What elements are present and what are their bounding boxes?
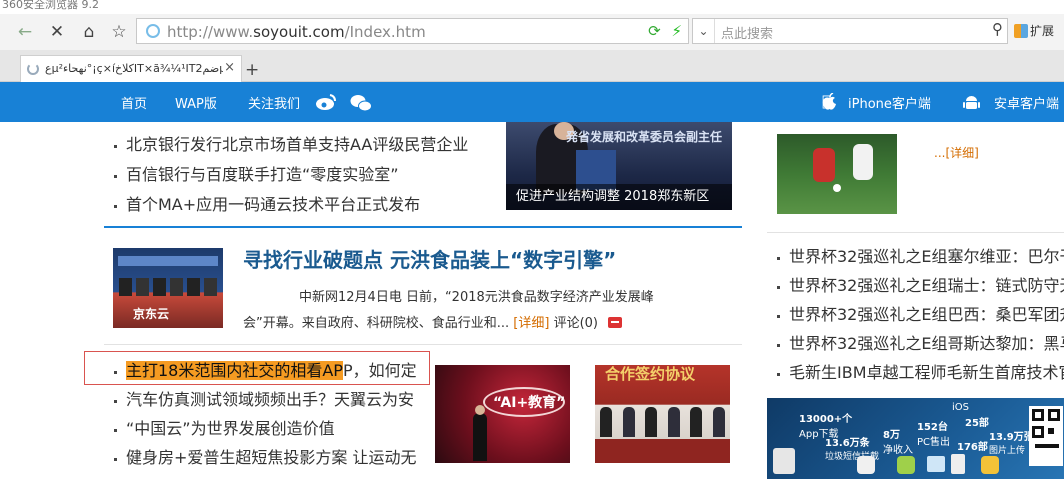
nav-home[interactable]: 首页: [121, 93, 147, 112]
list-item-highlighted[interactable]: 主打18米范围内社交的相看APP，如何定: [114, 356, 417, 385]
nav-follow[interactable]: 关注我们: [248, 93, 300, 112]
list-item[interactable]: 首个MA+应用一码通云技术平台正式发布: [114, 190, 468, 220]
lightning-icon[interactable]: ⚡: [671, 22, 682, 40]
right-news-list: 世界杯32强巡礼之E组塞尔维亚：巴尔干 世界杯32强巡礼之E组瑞士：链式防守无 …: [777, 242, 1064, 387]
address-bar[interactable]: http://www.soyouit.com/Index.htm ⟳ ⚡: [136, 18, 689, 44]
search-placeholder[interactable]: 点此搜索: [721, 23, 773, 42]
apple-logo-icon: [822, 93, 836, 110]
signing-banner-text: 合作签约协议: [605, 365, 696, 383]
stop-x-icon[interactable]: ✕: [44, 19, 70, 45]
pc-icon: [927, 456, 945, 472]
star-icon[interactable]: ☆: [106, 19, 132, 45]
window-titlebar: 360安全浏览器 9.2: [0, 0, 1064, 14]
list-item[interactable]: 世界杯32强巡礼之E组哥斯达黎加：黑马: [777, 329, 1064, 358]
tab-strip: عµ²نهحاء°¡ç×íكلاخIT×ã¾¼¹IT2ضمµ × +: [0, 50, 1064, 82]
refresh-shield-icon[interactable]: ⟳: [648, 22, 661, 40]
loading-spinner-icon: [27, 63, 39, 75]
qr-code[interactable]: [1029, 406, 1063, 466]
back-arrow-icon[interactable]: ←: [12, 19, 38, 45]
tab-close-icon[interactable]: ×: [224, 60, 235, 75]
tab-title: عµ²نهحاء°¡ç×íكلاخIT×ã¾¼¹IT2ضمµ: [45, 62, 223, 75]
feature-headline[interactable]: 寻找行业破题点 元洪食品装上“数字引擎”: [243, 244, 616, 273]
globe-icon: [146, 24, 160, 38]
jdcloud-logo: 京东云: [133, 307, 170, 321]
wechat-icon[interactable]: [350, 94, 372, 112]
list-item[interactable]: 北京银行发行北京市场首单支持AA评级民营企业: [114, 130, 468, 160]
stats-ad-banner[interactable]: 13000+个 App下载 13.6万条 垃圾短信拦截 8万 净收入 152台 PC售出…: [767, 398, 1064, 479]
feature-photo[interactable]: 京东云: [113, 248, 223, 328]
extensions-icon: [1014, 24, 1028, 38]
top-news-photo[interactable]: 発省发展和改革委员会副主任 促进产业结构调整 2018郑东新区: [506, 122, 732, 210]
ai-education-label: “AI+教育”: [493, 395, 566, 411]
feature-more-link[interactable]: [详细]: [513, 316, 549, 331]
site-nav: 首页 WAP版 关注我们  iPhone客户端 安卓客户端: [0, 82, 1064, 122]
list-item[interactable]: 百信银行与百度联手打造“零度实验室”: [114, 160, 468, 190]
search-box[interactable]: ⌄ 点此搜索 ⚲: [692, 18, 1008, 44]
photo-banner-text: 発省发展和改革委员会副主任: [566, 130, 723, 144]
window-title: 360安全浏览器 9.2: [2, 0, 99, 11]
android-app-icon: [897, 456, 915, 474]
url-text[interactable]: http://www.soyouit.com/Index.htm: [167, 23, 426, 41]
home-icon[interactable]: ⌂: [76, 19, 102, 45]
phone-icon: [951, 454, 965, 474]
feature-comments[interactable]: 评论(0): [554, 316, 598, 331]
extensions-button[interactable]: 扩展: [1014, 22, 1054, 39]
ai-education-photo[interactable]: “AI+教育”: [435, 365, 570, 463]
world-cup-photo[interactable]: [777, 134, 897, 214]
nav-wap[interactable]: WAP版: [175, 93, 217, 112]
list-item[interactable]: 世界杯32强巡礼之E组瑞士：链式防守无: [777, 271, 1064, 300]
list-item[interactable]: “中国云”为世界发展创造价值: [114, 414, 417, 443]
new-tab-button[interactable]: +: [245, 60, 259, 80]
list-item[interactable]: 毛新生IBM卓越工程师毛新生首席技术官: [777, 358, 1064, 387]
money-bag-icon: [773, 448, 795, 474]
signing-photo[interactable]: 合作签约协议: [595, 365, 730, 463]
world-cup-more-link[interactable]: ...[详细]: [934, 144, 979, 161]
photo-caption[interactable]: 促进产业结构调整 2018郑东新区: [506, 184, 732, 210]
search-icon[interactable]: ⚲: [992, 20, 1003, 38]
list-item[interactable]: 汽车仿真测试领域频频出手？天翼云为安: [114, 385, 417, 414]
feature-summary: 中新网12月4日电 日前，“2018元洪食品数字经济产业发展峰会”开幕。来自政府…: [243, 290, 654, 331]
bottom-news-list: 主打18米范围内社交的相看APP，如何定 汽车仿真测试领域频频出手？天翼云为安 …: [114, 356, 417, 472]
list-item[interactable]: 世界杯32强巡礼之E组塞尔维亚：巴尔干: [777, 242, 1064, 271]
android-icon: [963, 96, 980, 109]
tab-active[interactable]: عµ²نهحاء°¡ç×íكلاخIT×ã¾¼¹IT2ضمµ ×: [20, 55, 242, 82]
page-content: 北京银行发行北京市场首单支持AA评级民营企业 百信银行与百度联手打造“零度实验室…: [0, 122, 1064, 479]
weibo-icon[interactable]: [315, 93, 337, 111]
list-item[interactable]: 世界杯32强巡礼之E组巴西：桑巴军团升: [777, 300, 1064, 329]
list-item[interactable]: 健身房+爱普生超短焦投影方案 让运动无: [114, 443, 417, 472]
top-news-list: 北京银行发行北京市场首单支持AA评级民营企业 百信银行与百度联手打造“零度实验室…: [114, 130, 468, 220]
chevron-down-icon[interactable]: ⌄: [693, 19, 715, 43]
nav-android-client[interactable]: 安卓客户端: [994, 93, 1059, 112]
section-divider: [104, 226, 742, 228]
comment-icon[interactable]: [608, 317, 623, 328]
star-app-icon: [981, 456, 999, 474]
app-icon: [857, 456, 875, 474]
nav-iphone-client[interactable]: iPhone客户端: [848, 93, 931, 112]
